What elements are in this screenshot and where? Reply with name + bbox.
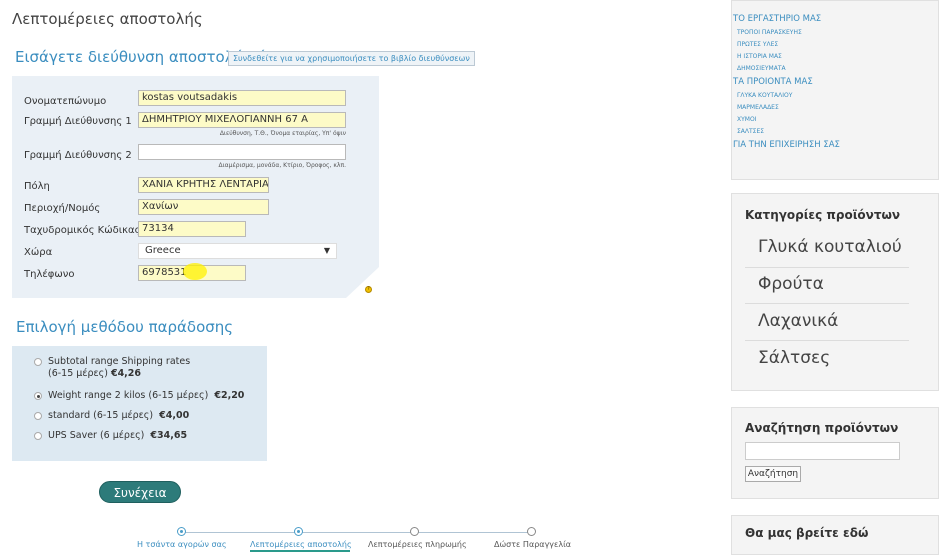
categories-title: Κατηγορίες προϊόντων [745, 208, 901, 222]
step-dot-shipping[interactable] [294, 527, 303, 536]
shipping-option-price: €4,26 [110, 368, 142, 379]
sidebar-subitem[interactable]: ΧΥΜΟΙ [737, 116, 756, 123]
category-link[interactable]: Γλυκά κουταλιού [758, 237, 902, 257]
fullname-input[interactable]: kostas voutsadakis [138, 90, 346, 106]
shipping-option-price: €34,65 [150, 430, 188, 441]
city-label: Πόλη [24, 181, 50, 192]
search-input[interactable] [745, 442, 900, 460]
category-link[interactable]: Λαχανικά [758, 311, 838, 331]
address2-hint: Διαμέρισμα, μονάδα, Κτίριο, Όροφος, κλπ. [218, 162, 346, 169]
step-dot-cart[interactable] [177, 527, 186, 536]
step-label-payment: Λεπτομέρειες πληρωμής [368, 540, 467, 549]
phone-label: Τηλέφωνο [24, 269, 75, 280]
help-icon[interactable]: ? [365, 286, 372, 293]
step-label-cart[interactable]: Η τσάντα αγορών σας [137, 540, 227, 549]
search-button[interactable]: Αναζήτηση [745, 466, 801, 482]
address1-label: Γραμμή Διεύθυνσης 1 [24, 116, 132, 127]
shipping-option-label: Weight range 2 kilos (6-15 μέρες) [48, 390, 209, 401]
shipping-option-radio[interactable] [34, 358, 42, 366]
sidebar-item-workshop[interactable]: ΤΟ ΕΡΓΑΣΤΗΡΙΟ ΜΑΣ [733, 14, 821, 24]
shipping-option-weight[interactable]: Weight range 2 kilos (6-15 μέρες) €2,20 [48, 390, 244, 401]
sidebar-item-business[interactable]: ΓΙΑ ΤΗΝ ΕΠΙΧΕΙΡΗΣΗ ΣΑΣ [733, 140, 840, 150]
shipping-option-ups[interactable]: UPS Saver (6 μέρες) €34,65 [48, 430, 187, 441]
sidebar-subitem[interactable]: ΤΡΟΠΟΙ ΠΑΡΑΣΚΕΥΗΣ [737, 29, 802, 36]
divider [745, 267, 909, 268]
region-input[interactable]: Χανίων [138, 199, 269, 215]
steps-line [185, 532, 532, 533]
shipping-option-price: €2,20 [214, 390, 245, 401]
sidebar-subitem[interactable]: ΜΑΡΜΕΛΑΔΕΣ [737, 104, 779, 111]
category-link[interactable]: Φρούτα [758, 274, 824, 294]
step-label-order: Δώστε Παραγγελία [494, 540, 572, 549]
sidebar-subitem[interactable]: ΓΛΥΚΑ ΚΟΥΤΑΛΙΟΥ [737, 92, 792, 99]
address2-label: Γραμμή Διεύθυνσης 2 [24, 150, 132, 161]
shipping-option-radio-selected[interactable] [34, 392, 42, 400]
search-title: Αναζήτηση προϊόντων [745, 421, 899, 435]
shipping-option-label: UPS Saver (6 μέρες) [48, 430, 145, 441]
sidebar-item-products[interactable]: ΤΑ ΠΡΟΙΟΝΤΑ ΜΑΣ [733, 77, 813, 87]
shipping-option-standard[interactable]: standard (6-15 μέρες) €4,00 [48, 410, 189, 421]
address-book-login-button[interactable]: Συνδεθείτε για να χρησιμοποιήσετε το βιβ… [228, 51, 475, 66]
region-label: Περιοχή/Νομός [24, 203, 101, 214]
sidebar-menu-box [731, 0, 939, 180]
panel-corner-fold [346, 267, 379, 298]
shipping-section-title: Επιλογή μεθόδου παράδοσης [16, 318, 234, 336]
shipping-option-label-line2: (6-15 μέρες) [48, 368, 108, 379]
address1-input[interactable]: ΔΗΜΗΤΡΙΟΥ ΜΙΧΕΛΟΓΙΑΝΝΗ 67 Α [138, 112, 346, 128]
shipping-option-radio[interactable] [34, 432, 42, 440]
shipping-option-radio[interactable] [34, 412, 42, 420]
sidebar-subitem[interactable]: ΣΑΛΤΣΕΣ [737, 128, 764, 135]
step-dot-order [527, 527, 536, 536]
chevron-down-icon: ▼ [323, 246, 330, 255]
country-select-value: Greece [145, 245, 181, 256]
shipping-option-price: €4,00 [159, 410, 190, 421]
sidebar-subitem[interactable]: Η ΙΣΤΟΡΙΑ ΜΑΣ [737, 53, 782, 60]
highlight-mark [183, 263, 207, 280]
divider [745, 303, 909, 304]
step-label-shipping[interactable]: Λεπτομέρειες αποστολής [250, 540, 352, 549]
category-link[interactable]: Σάλτσες [758, 348, 830, 368]
shipping-option-subtotal[interactable]: Subtotal range Shipping rates (6-15 μέρε… [48, 356, 190, 380]
page-title: Λεπτομέρειες αποστολής [12, 10, 203, 28]
shipping-option-label: standard (6-15 μέρες) [48, 410, 154, 421]
postcode-label: Ταχυδρομικός Κώδικας [24, 225, 141, 236]
postcode-input[interactable]: 73134 [138, 221, 246, 237]
divider [745, 340, 909, 341]
country-select[interactable]: Greece ▼ [138, 243, 337, 259]
address1-hint: Διεύθυνση, Τ.Θ., Όνομα εταιρίας, Υπ' όψι… [219, 130, 346, 137]
city-input[interactable]: ΧΑΝΙΑ ΚΡΗΤΗΣ ΛΕΝΤΑΡΙΑ [138, 177, 269, 193]
sidebar-subitem[interactable]: ΔΗΜΟΣΙΕΥΜΑΤΑ [737, 65, 786, 72]
find-us-title: Θα μας βρείτε εδώ [745, 526, 869, 540]
step-dot-payment [410, 527, 419, 536]
address2-input[interactable] [138, 144, 346, 160]
sidebar-subitem[interactable]: ΠΡΩΤΕΣ ΥΛΕΣ [737, 41, 778, 48]
fullname-label: Ονοματεπώνυμο [24, 96, 107, 107]
shipping-option-label: Subtotal range Shipping rates [48, 356, 191, 367]
country-label: Χώρα [24, 247, 53, 258]
continue-button[interactable]: Συνέχεια [99, 481, 181, 503]
